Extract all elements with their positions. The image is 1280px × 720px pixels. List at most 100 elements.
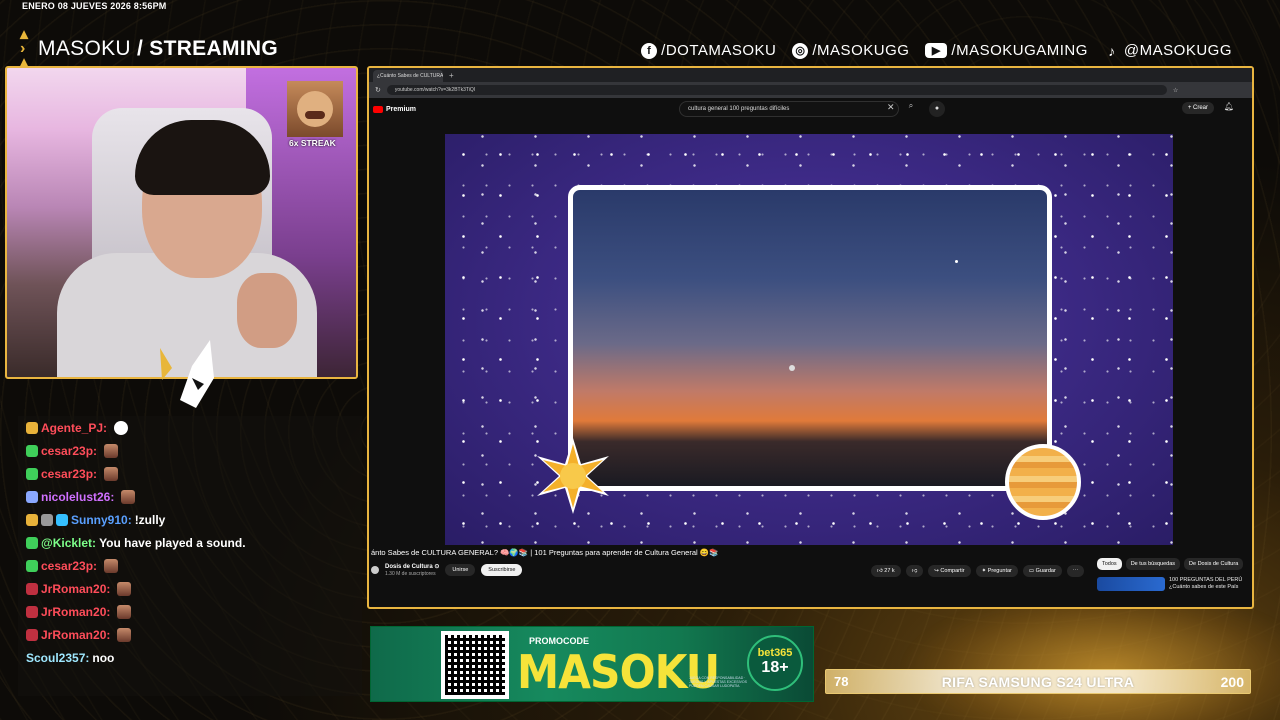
chat-badge-icon	[26, 629, 38, 641]
chat-username[interactable]: JrRoman20:	[41, 582, 110, 596]
save-button[interactable]: ▭ Guardar	[1022, 565, 1062, 577]
chat-emote-icon	[114, 421, 129, 435]
channel-name[interactable]: Dosis de Cultura ⊙	[385, 563, 439, 571]
search-icon[interactable]: ⌕	[902, 101, 920, 117]
new-tab-icon[interactable]: +	[449, 70, 454, 82]
suggested-text: 100 PREGUNTAS DEL PERÚ ¿Cuánto sabes de …	[1169, 577, 1242, 591]
chat-username[interactable]: cesar23p:	[41, 559, 97, 573]
youtube-play-icon	[373, 105, 383, 113]
chat-badge-icon	[56, 514, 68, 526]
chat-message: JrRoman20:	[26, 602, 132, 622]
chat-username[interactable]: Sunny910:	[71, 513, 132, 527]
chat-username[interactable]: Scoul2357:	[26, 651, 89, 665]
search-input[interactable]: cultura general 100 preguntas difíciles	[679, 101, 899, 117]
qr-pattern	[445, 635, 505, 695]
ask-button[interactable]: ✦ Preguntar	[975, 565, 1018, 577]
chat-text: You have played a sound.	[99, 536, 246, 550]
suggested-video[interactable]: 100 PREGUNTAS DEL PERÚ ¿Cuánto sabes de …	[1097, 577, 1242, 591]
social-links: f/DOTAMASOKU ◎/MASOKUGG ▶/MASOKUGAMING ♪…	[641, 42, 1232, 59]
youtube-icon: ▶	[925, 43, 948, 58]
url-field[interactable]: youtube.com/watch?v=3k2BTk3TiQI	[386, 85, 1167, 95]
create-label: Crear	[1192, 105, 1208, 111]
suggested-thumbnail	[1097, 577, 1165, 591]
chat-badge-icon	[26, 514, 38, 526]
create-button[interactable]: + Crear	[1181, 102, 1214, 114]
bet365-logo: bet365	[757, 647, 793, 659]
chat-username[interactable]: @Kicklet:	[41, 536, 96, 550]
reload-icon[interactable]: ↻	[375, 86, 381, 94]
channel-avatar[interactable]	[371, 566, 379, 574]
chat-emote-icon	[104, 444, 119, 458]
chat-message: Scoul2357: noo	[26, 648, 114, 668]
chat-badge-icon	[26, 560, 38, 572]
share-button[interactable]: ↪ Compartir	[928, 565, 971, 577]
channel-row: Dosis de Cultura ⊙ 1.30 M de suscriptore…	[371, 560, 523, 580]
chip-all[interactable]: Todos	[1097, 558, 1122, 570]
social-facebook: f/DOTAMASOKU	[641, 42, 776, 59]
chat-username[interactable]: JrRoman20:	[41, 605, 110, 619]
address-bar: ↻ youtube.com/watch?v=3k2BTk3TiQI ☆	[369, 82, 1252, 98]
raffle-goal: 200	[1220, 674, 1244, 690]
chat-badge-icon	[26, 445, 38, 457]
raffle-progress-bar: 78 RIFA SAMSUNG S24 ULTRA 200	[825, 669, 1251, 694]
chat-emote-icon	[117, 582, 132, 596]
brand-title: MASOKU / STREAMING	[38, 37, 278, 61]
sun-sticker-icon	[537, 438, 609, 514]
chat-text: !zully	[134, 513, 166, 527]
bookmark-icon[interactable]: ☆	[1173, 87, 1178, 94]
chat-emote-icon	[117, 605, 132, 619]
chat-username[interactable]: nicolelust26:	[41, 490, 114, 504]
subscribe-button[interactable]: Suscribirse	[481, 564, 523, 576]
webcam-streamer-hand	[237, 273, 297, 348]
facebook-icon: f	[641, 42, 658, 59]
like-count: 27 k	[884, 568, 895, 574]
chat-message: cesar23p:	[26, 441, 119, 461]
chat-badge-icon	[26, 606, 38, 618]
tab-bar: ¿Cuánto Sabes de CULTURA G +	[369, 68, 1252, 82]
join-button[interactable]: Unirse	[445, 564, 476, 576]
chat-username[interactable]: cesar23p:	[41, 444, 97, 458]
chat-text: noo	[92, 651, 115, 665]
responsible-gambling-notice: JUEGA CON RESPONSABILIDAD · JUEGOS Y APU…	[689, 676, 747, 688]
browser-tab[interactable]: ¿Cuánto Sabes de CULTURA G	[373, 70, 443, 82]
promo-code: MASOKU	[517, 645, 720, 699]
clear-search-icon[interactable]: ✕	[887, 102, 895, 113]
social-tiktok: ♪ @MASOKUGG	[1104, 42, 1232, 59]
stream-overlay: ENERO 08 JUEVES 2026 8:56PM ▴ › ▴ MASOKU /…	[0, 0, 1280, 720]
chevron-right-icon: ▴ › ▴	[20, 26, 29, 71]
tiktok-icon: ♪	[1108, 42, 1116, 59]
datetime-label: ENERO 08 JUEVES 2026 8:56PM	[22, 1, 167, 11]
browser-window: ¿Cuánto Sabes de CULTURA G + ↻ youtube.c…	[367, 66, 1254, 609]
social-youtube: ▶/MASOKUGAMING	[925, 42, 1088, 59]
social-handle: /MASOKUGG	[812, 42, 910, 59]
like-button[interactable]: 👍︎ 27 k	[871, 565, 901, 577]
notifications-bell-icon[interactable]: 🔔︎	[1224, 102, 1234, 111]
social-handle: /DOTAMASOKU	[661, 42, 777, 59]
video-actions: 👍︎ 27 k 👎︎ ↪ Compartir ✦ Preguntar ▭ Gua…	[871, 565, 1085, 577]
chip-from-searches[interactable]: De tus búsquedas	[1125, 558, 1181, 570]
microphone-icon[interactable]: ●	[929, 101, 945, 117]
related-filter-chips: Todos De tus búsquedas De Dosis de Cultu…	[1097, 558, 1244, 570]
chat-username[interactable]: Agente_PJ:	[41, 421, 107, 435]
brand-suffix: / STREAMING	[137, 37, 278, 60]
chip-from-channel[interactable]: De Dosis de Cultura	[1184, 558, 1244, 570]
save-label: Guardar	[1035, 568, 1056, 574]
fox-mascot-logo	[160, 340, 214, 408]
social-instagram: ◎/MASOKUGG	[792, 42, 909, 59]
channel-subscribers: 1.30 M de suscriptores	[385, 571, 436, 577]
streak-meme-image	[287, 81, 343, 137]
suggested-subtitle: ¿Cuánto sabes de este País	[1169, 584, 1239, 590]
instagram-icon: ◎	[792, 42, 809, 59]
chat-message: cesar23p:	[26, 556, 119, 576]
chat-badge-icon	[26, 422, 38, 434]
video-player[interactable]	[445, 134, 1173, 545]
dislike-button[interactable]: 👎︎	[905, 565, 924, 577]
youtube-logo[interactable]: Premium	[373, 105, 416, 113]
more-options-icon[interactable]: ⋯	[1066, 565, 1085, 577]
chat-username[interactable]: cesar23p:	[41, 467, 97, 481]
channel-info: Dosis de Cultura ⊙ 1.30 M de suscriptore…	[385, 563, 439, 577]
chat-username[interactable]: JrRoman20:	[41, 628, 110, 642]
youtube-premium-label: Premium	[386, 105, 416, 113]
chat-message: nicolelust26:	[26, 487, 136, 507]
meme-face	[297, 91, 333, 127]
